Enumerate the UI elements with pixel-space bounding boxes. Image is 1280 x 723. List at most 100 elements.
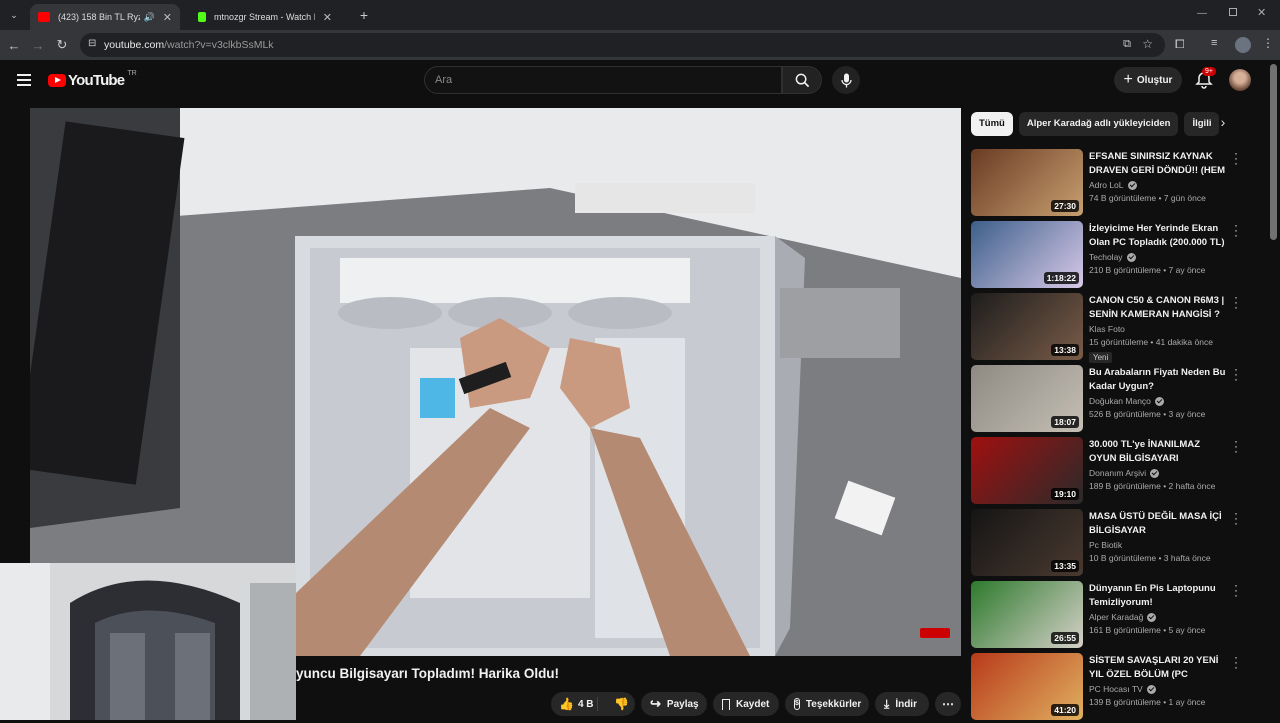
recommendation-title[interactable]: EFSANE SINIRSIZ KAYNAK DRAVEN GERİ DÖNDÜ… <box>1089 150 1227 178</box>
like-button[interactable]: 👍 4 B <box>551 697 598 711</box>
youtube-header: YouTube TR Ara + Oluştur 9+ <box>0 60 1280 104</box>
speaker-icon[interactable]: 🔊 <box>144 12 155 23</box>
save-button[interactable]: Kaydet <box>713 692 779 716</box>
cast-icon[interactable]: ⧉ <box>1123 38 1131 51</box>
search-input[interactable]: Ara <box>424 66 782 94</box>
recommendation-item[interactable]: 41:20 SİSTEM SAVAŞLARI 20 YENİ YIL ÖZEL B… <box>971 651 1271 723</box>
channel-row: Adro LoL <box>1089 180 1227 190</box>
forward-icon[interactable]: → <box>26 38 50 53</box>
search-icon <box>795 73 809 87</box>
logo-text: YouTube <box>68 72 125 89</box>
recommendation-title[interactable]: Bu Arabaların Fiyatı Neden Bu Kadar Uygu… <box>1089 366 1227 394</box>
download-icon: ⤓ <box>884 696 890 711</box>
video-meta: 15 görüntüleme • 41 dakika önce <box>1089 337 1213 347</box>
channel-name[interactable]: Alper Karadağ <box>1089 612 1143 622</box>
like-count: 4 B <box>577 698 594 710</box>
video-thumbnail[interactable]: 41:20 <box>971 653 1083 720</box>
thumbs-down-icon: 👎 <box>614 697 629 711</box>
minimize-icon[interactable]: — <box>1197 8 1207 19</box>
bookmark-star-icon[interactable]: ☆ <box>1142 37 1153 51</box>
new-tab-icon[interactable]: + <box>352 7 376 23</box>
recommendation-item[interactable]: 27:30 EFSANE SINIRSIZ KAYNAK DRAVEN GERİ … <box>971 147 1271 219</box>
video-thumbnail[interactable]: 13:38 <box>971 293 1083 360</box>
video-thumbnail[interactable]: 27:30 <box>971 149 1083 216</box>
video-duration: 26:55 <box>1051 632 1079 644</box>
channel-name[interactable]: Klas Foto <box>1089 324 1125 334</box>
account-avatar[interactable] <box>1229 69 1251 91</box>
video-thumbnail[interactable]: 26:55 <box>971 581 1083 648</box>
tab-search-icon[interactable]: ⌄ <box>0 10 28 21</box>
recommendation-item[interactable]: 26:55 Dünyanın En Pis Laptopunu Temizliyo… <box>971 579 1271 651</box>
close-tab-icon[interactable]: ✕ <box>163 11 172 24</box>
profile-avatar[interactable] <box>1235 37 1251 53</box>
download-button[interactable]: ⤓ İndir <box>875 692 929 716</box>
recommendation-item[interactable]: 19:10 30.000 TL'ye İNANILMAZ OYUN BİLGİSA… <box>971 435 1271 507</box>
video-thumbnail[interactable]: 19:10 <box>971 437 1083 504</box>
dislike-button[interactable]: 👎 <box>604 697 629 711</box>
video-title: yuncu Bilgisayarı Topladım! Harika Oldu! <box>296 666 560 681</box>
more-vertical-icon[interactable]: · · · <box>1231 291 1241 313</box>
hamburger-menu-icon[interactable] <box>17 74 31 86</box>
site-info-icon[interactable]: ⊟ <box>88 38 96 49</box>
video-duration: 27:30 <box>1051 200 1079 212</box>
more-vertical-icon[interactable]: · · · <box>1231 147 1241 169</box>
more-vertical-icon[interactable]: · · · <box>1231 363 1241 385</box>
page-scrollbar[interactable] <box>1270 64 1277 240</box>
recommendation-title[interactable]: 30.000 TL'ye İNANILMAZ OYUN BİLGİSAYARI … <box>1089 438 1227 466</box>
chip-all[interactable]: Tümü <box>971 112 1013 136</box>
channel-name[interactable]: Adro LoL <box>1089 180 1124 190</box>
address-field[interactable]: ⊟ youtube.com/watch?v=v3clkbSsMLk ⧉ ☆ <box>80 33 1165 57</box>
restore-icon[interactable] <box>1229 8 1237 16</box>
extensions-icon[interactable]: ⧠ <box>1175 37 1185 52</box>
channel-row: Alper Karadağ <box>1089 612 1227 622</box>
video-meta: 74 B görüntüleme • 7 gün önce <box>1089 193 1206 203</box>
close-window-icon[interactable]: ✕ <box>1257 6 1266 19</box>
channel-name[interactable]: PC Hocası TV <box>1089 684 1143 694</box>
verified-check-icon <box>1150 468 1160 478</box>
share-button[interactable]: ↪ Paylaş <box>641 692 707 716</box>
video-duration: 13:35 <box>1051 560 1079 572</box>
recommendation-title[interactable]: MASA ÜSTÜ DEĞİL MASA İÇİ BİLGİSAYAR <box>1089 510 1227 538</box>
recommendation-title[interactable]: CANON C50 & CANON R6M3 | SENİN KAMERAN H… <box>1089 294 1227 322</box>
channel-name[interactable]: Pc Biotik <box>1089 540 1122 550</box>
create-button[interactable]: + Oluştur <box>1114 67 1182 93</box>
recommendation-item[interactable]: 13:38 CANON C50 & CANON R6M3 | SENİN KAME… <box>971 291 1271 363</box>
channel-name[interactable]: Donanım Arşivi <box>1089 468 1146 478</box>
channel-name[interactable]: Doğukan Manço <box>1089 396 1151 406</box>
thumbs-up-icon: 👍 <box>559 697 574 711</box>
browser-tab-youtube[interactable]: (423) 158 Bin TL Ryzen 7 98 🔊 ✕ <box>30 4 180 30</box>
more-vertical-icon[interactable]: · · · <box>1231 435 1241 457</box>
video-meta: 10 B görüntüleme • 3 hafta önce <box>1089 553 1211 563</box>
recommendation-title[interactable]: İzleyicime Her Yerinde Ekran Olan PC Top… <box>1089 222 1227 250</box>
media-controls-icon[interactable]: ≡ <box>1211 37 1217 49</box>
recommendation-title[interactable]: Dünyanın En Pis Laptopunu Temizliyorum! <box>1089 582 1227 610</box>
chip-from-uploader[interactable]: Alper Karadağ adlı yükleyiciden <box>1018 112 1179 136</box>
download-label: İndir <box>895 698 917 710</box>
more-vertical-icon[interactable]: · · · <box>1231 507 1241 529</box>
more-vertical-icon[interactable]: · · · <box>1231 651 1241 673</box>
more-vertical-icon[interactable]: · · · <box>1231 579 1241 601</box>
recommendation-item[interactable]: 18:07 Bu Arabaların Fiyatı Neden Bu Kadar… <box>971 363 1271 435</box>
more-vertical-icon[interactable]: · · · <box>1231 219 1241 241</box>
recommendation-item[interactable]: 13:35 MASA ÜSTÜ DEĞİL MASA İÇİ BİLGİSAYAR… <box>971 507 1271 579</box>
voice-search-button[interactable] <box>832 66 860 94</box>
close-tab-icon[interactable]: ✕ <box>323 11 332 24</box>
browser-tab-kick[interactable]: mtnozgr Stream - Watch Live o ✕ <box>190 4 340 30</box>
youtube-logo[interactable]: YouTube TR <box>48 70 137 89</box>
video-thumbnail[interactable]: 18:07 <box>971 365 1083 432</box>
channel-name[interactable]: Techolay <box>1089 252 1123 262</box>
reload-icon[interactable]: ↻ <box>50 37 74 53</box>
video-thumbnail[interactable]: 1:18:22 <box>971 221 1083 288</box>
browser-menu-icon[interactable]: ⋮ <box>1262 36 1274 50</box>
back-icon[interactable]: ← <box>2 38 26 53</box>
video-thumbnail[interactable]: 13:35 <box>971 509 1083 576</box>
recommendation-info: 30.000 TL'ye İNANILMAZ OYUN BİLGİSAYARI … <box>1089 438 1227 491</box>
channel-row: Klas Foto <box>1089 324 1227 334</box>
recommendation-item[interactable]: 1:18:22 İzleyicime Her Yerinde Ekran Olan… <box>971 219 1271 291</box>
more-actions-button[interactable]: ⋯ <box>935 692 961 716</box>
search-button[interactable] <box>782 66 822 94</box>
thanks-button[interactable]: $ Teşekkürler <box>785 692 869 716</box>
verified-check-icon <box>1146 684 1156 694</box>
recommendation-title[interactable]: SİSTEM SAVAŞLARI 20 YENİ YIL ÖZEL BÖLÜM … <box>1089 654 1227 682</box>
chevron-right-icon[interactable]: › <box>1213 114 1233 134</box>
